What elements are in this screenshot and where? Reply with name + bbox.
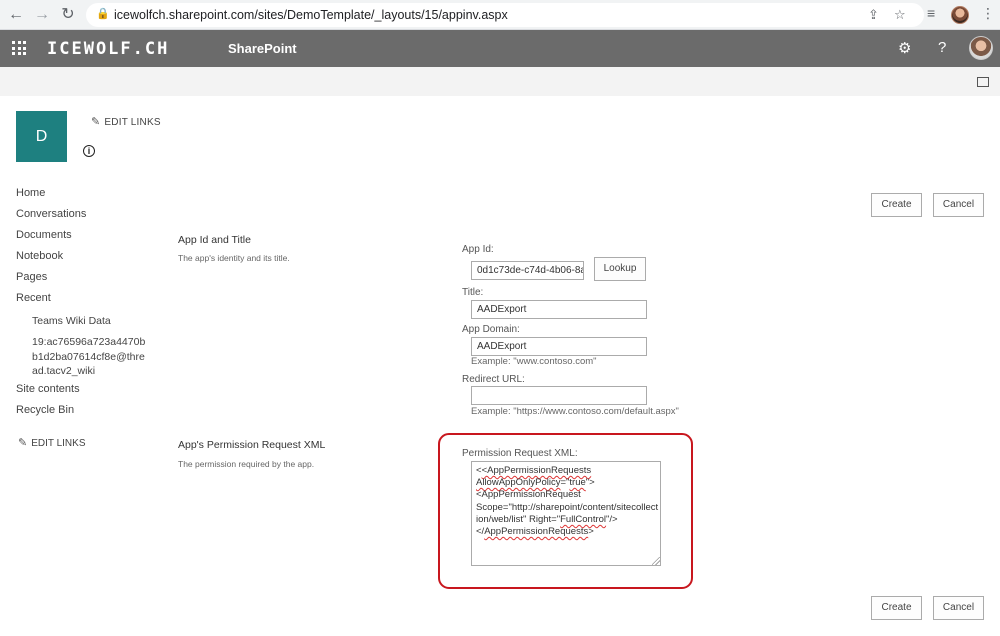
lookup-button[interactable]: Lookup — [594, 257, 646, 281]
textarea-resize-handle[interactable] — [652, 557, 660, 565]
xml-text: "> — [585, 477, 595, 489]
redirect-url-label: Redirect URL: — [462, 374, 525, 385]
nav-item-pages[interactable]: Pages — [16, 271, 47, 283]
xml-text: Scope="http://sharepoint/content/sitecol… — [476, 501, 659, 513]
nav-recent-wiki-line-1: 19:ac76596a723a4470b — [32, 336, 146, 348]
title-label: Title: — [462, 287, 484, 298]
app-name[interactable]: SharePoint — [228, 41, 297, 56]
share-icon[interactable]: ⇪ — [868, 7, 879, 23]
nav-item-conversations[interactable]: Conversations — [16, 208, 86, 220]
xml-text: true — [569, 477, 586, 489]
xml-text: </ — [476, 526, 485, 538]
edit-links-top[interactable]: ✎ EDIT LINKS — [91, 115, 161, 128]
user-avatar[interactable] — [969, 36, 993, 60]
app-domain-example: Example: "www.contoso.com" — [471, 356, 597, 367]
browser-profile-avatar[interactable] — [951, 6, 969, 24]
permission-xml-label: Permission Request XML: — [462, 448, 578, 459]
edit-links-label: EDIT LINKS — [104, 117, 161, 128]
nav-item-recent: Recent — [16, 292, 51, 304]
xml-line: <<AppPermissionRequests — [476, 465, 592, 476]
title-input[interactable]: AADExport — [471, 300, 647, 319]
xml-line: <AppPermissionRequest — [476, 489, 656, 501]
url-text: icewolfch.sharepoint.com/sites/DemoTempl… — [114, 8, 508, 22]
address-bar[interactable]: 🔒 icewolfch.sharepoint.com/sites/DemoTem… — [86, 3, 924, 27]
edit-links-label: EDIT LINKS — [31, 438, 86, 449]
bookmark-star-icon[interactable]: ☆ — [894, 7, 906, 23]
reload-icon[interactable]: ↻ — [58, 5, 78, 25]
xml-text: AppPermissionRequests — [484, 526, 589, 538]
ribbon-bar — [0, 67, 1000, 96]
nav-item-home[interactable]: Home — [16, 187, 45, 199]
pencil-icon: ✎ — [91, 116, 101, 128]
help-icon[interactable]: ? — [938, 39, 946, 56]
site-logo-tile[interactable]: D — [16, 111, 67, 162]
xml-text: ion/web/list" Right=" — [476, 513, 561, 525]
section-title-app-id: App Id and Title — [178, 234, 251, 246]
focus-mode-icon[interactable] — [977, 77, 989, 87]
cancel-button-top[interactable]: Cancel — [933, 193, 984, 217]
reading-list-icon[interactable]: ≡ — [927, 5, 935, 21]
app-id-input[interactable]: 0d1c73de-c74d-4b06-8a3 — [471, 261, 584, 280]
back-icon[interactable]: ← — [6, 5, 26, 25]
suite-bar: ICEWOLF.CH SharePoint ⚙ ? — [0, 30, 1000, 67]
brand-logo[interactable]: ICEWOLF.CH — [47, 39, 169, 59]
nav-item-notebook[interactable]: Notebook — [16, 250, 63, 262]
section-desc-app-id: The app's identity and its title. — [178, 253, 290, 263]
app-domain-label: App Domain: — [462, 324, 520, 335]
xml-text: FullControl — [560, 513, 607, 525]
redirect-url-example: Example: "https://www.contoso.com/defaul… — [471, 406, 679, 417]
xml-text: <AppPermissionRequest — [476, 489, 581, 501]
cancel-button-bottom[interactable]: Cancel — [933, 596, 984, 620]
nav-recent-wiki-line-3: ad.tacv2_wiki — [32, 365, 96, 377]
app-id-label: App Id: — [462, 244, 494, 255]
xml-line: AllowAppOnlyPolicy="true"> — [476, 477, 656, 489]
xml-text: "/> — [606, 513, 618, 525]
edit-links-nav[interactable]: ✎ EDIT LINKS — [18, 436, 86, 449]
xml-line: ion/web/list" Right="FullControl"/> — [476, 514, 656, 526]
nav-recent-wiki-line-2: b1d2ba07614cf8e@thre — [32, 350, 145, 363]
section-desc-permission: The permission required by the app. — [178, 459, 315, 469]
nav-recent-teams-wiki-data[interactable]: Teams Wiki Data — [32, 314, 111, 329]
permission-xml-textarea[interactable]: <<AppPermissionRequests AllowAppOnlyPoli… — [471, 461, 661, 566]
app-domain-input[interactable]: AADExport — [471, 337, 647, 356]
nav-item-documents[interactable]: Documents — [16, 229, 72, 241]
create-button-bottom[interactable]: Create — [871, 596, 922, 620]
pencil-icon: ✎ — [18, 437, 28, 449]
xml-text: > — [588, 526, 594, 538]
xml-text: <AppPermissionRequests — [481, 465, 592, 476]
xml-line: Scope="http://sharepoint/content/sitecol… — [476, 501, 659, 514]
info-icon[interactable]: i — [83, 145, 95, 157]
nav-item-site-contents[interactable]: Site contents — [16, 383, 80, 395]
settings-gear-icon[interactable]: ⚙ — [898, 39, 911, 57]
menu-dots-icon[interactable]: ⋮ — [981, 5, 995, 22]
app-launcher-icon[interactable] — [12, 41, 26, 55]
xml-text: AllowAppOnlyPolicy — [476, 477, 561, 489]
redirect-url-input[interactable] — [471, 386, 647, 405]
xml-line: </AppPermissionRequests> — [476, 526, 656, 538]
create-button-top[interactable]: Create — [871, 193, 922, 217]
forward-icon[interactable]: → — [32, 5, 52, 25]
section-title-permission: App's Permission Request XML — [178, 439, 326, 451]
nav-recent-wiki-link[interactable]: 19:ac76596a723a4470b b1d2ba07614cf8e@thr… — [32, 335, 145, 379]
browser-toolbar: ← → ↻ 🔒 icewolfch.sharepoint.com/sites/D… — [0, 0, 1000, 30]
nav-item-recycle-bin[interactable]: Recycle Bin — [16, 404, 74, 416]
lock-icon: 🔒 — [96, 8, 110, 20]
